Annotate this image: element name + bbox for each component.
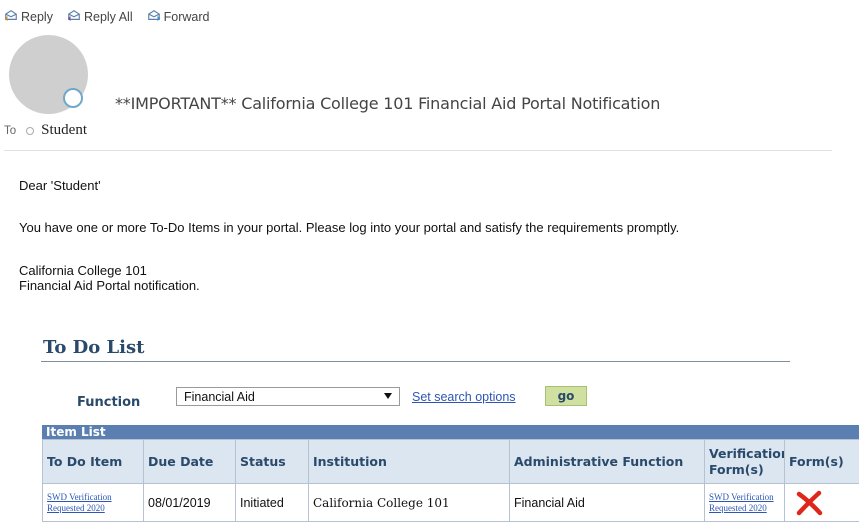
column-header-todo-item: To Do Item <box>43 440 144 484</box>
recipient-presence-icon <box>26 127 34 135</box>
todo-item-cell: SWD Verification Requested 2020 <box>43 484 144 522</box>
verification-form-cell: SWD Verification Requested 2020 <box>705 484 785 522</box>
forms-cell <box>785 484 859 522</box>
due-date-cell: 08/01/2019 <box>144 484 236 522</box>
item-list-header-bar: Item List <box>42 425 859 439</box>
go-button[interactable]: go <box>545 386 587 406</box>
item-list-table: To Do Item Due Date Status Institution A… <box>42 439 859 522</box>
todo-list-title: To Do List <box>43 337 144 358</box>
column-header-forms: Form(s) <box>785 440 859 484</box>
admin-function-cell: Financial Aid <box>510 484 705 522</box>
reply-button[interactable]: Reply <box>4 8 53 25</box>
todo-item-link[interactable]: SWD Verification Requested 2020 <box>47 492 139 514</box>
to-label: To <box>4 125 16 137</box>
function-label: Function <box>77 395 140 410</box>
greeting: Dear 'Student' <box>19 178 101 193</box>
dropdown-arrow-icon[interactable] <box>384 393 392 399</box>
table-header-row: To Do Item Due Date Status Institution A… <box>43 440 859 484</box>
column-header-verification-forms: Verification Form(s) <box>705 440 785 484</box>
todo-title-rule <box>41 361 790 362</box>
header-divider <box>4 150 832 151</box>
institution-cell: California College 101 <box>309 484 510 522</box>
signature-line-2: Financial Aid Portal notification. <box>19 278 200 293</box>
reply-label: Reply <box>21 10 53 24</box>
column-header-status: Status <box>236 440 309 484</box>
red-x-icon <box>789 489 855 517</box>
function-select[interactable]: Financial Aid <box>176 387 400 406</box>
column-header-due-date: Due Date <box>144 440 236 484</box>
reply-all-button[interactable]: Reply All <box>67 8 133 25</box>
table-row: SWD Verification Requested 2020 08/01/20… <box>43 484 859 522</box>
email-subject: **IMPORTANT** California College 101 Fin… <box>115 94 660 113</box>
column-header-institution: Institution <box>309 440 510 484</box>
forward-icon <box>147 8 161 25</box>
verification-form-link[interactable]: SWD Verification Requested 2020 <box>709 492 780 514</box>
reply-all-icon <box>67 8 81 25</box>
column-header-administrative-function: Administrative Function <box>510 440 705 484</box>
recipient-name[interactable]: Student <box>41 122 87 139</box>
signature-line-1: California College 101 <box>19 263 147 278</box>
reply-all-label: Reply All <box>84 10 133 24</box>
status-cell: Initiated <box>236 484 309 522</box>
presence-status-icon <box>63 88 83 108</box>
forward-label: Forward <box>164 10 210 24</box>
message-body: You have one or more To-Do Items in your… <box>19 220 679 235</box>
forward-button[interactable]: Forward <box>147 8 210 25</box>
email-toolbar: Reply Reply All Forward <box>4 8 209 25</box>
function-select-value: Financial Aid <box>184 390 255 404</box>
reply-icon <box>4 8 18 25</box>
recipient-line: To Student <box>4 122 87 139</box>
set-search-options-link[interactable]: Set search options <box>412 390 516 404</box>
